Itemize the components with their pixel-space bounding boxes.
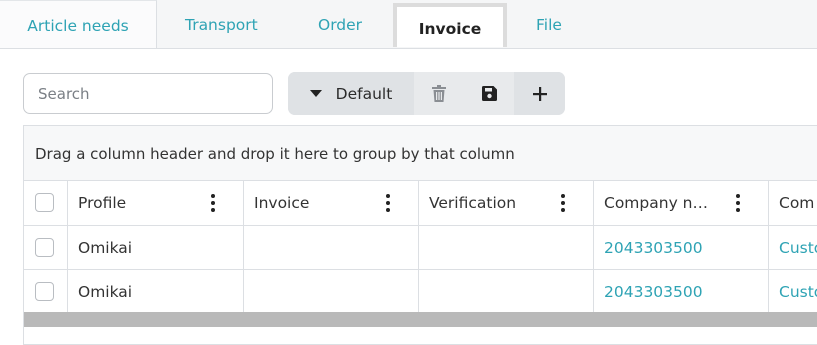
column-header-verification[interactable]: Verification [419,181,594,225]
table-row[interactable]: Omikai 2043303500 Custo [24,226,817,270]
cell-profile: Omikai [78,283,133,301]
tab-article-needs[interactable]: Article needs [0,0,157,48]
company-number-link[interactable]: 2043303500 [604,270,703,314]
column-menu-icon[interactable] [211,194,215,212]
group-panel[interactable]: Drag a column header and drop it here to… [24,126,817,181]
trash-icon [432,85,446,102]
horizontal-scrollbar[interactable] [24,312,817,327]
column-label: Profile [78,194,127,212]
search-input[interactable] [23,73,273,114]
column-menu-icon[interactable] [736,194,740,212]
column-label: Company n… [604,194,708,212]
row-checkbox[interactable] [35,238,54,257]
company-link[interactable]: Custo [779,226,817,270]
save-layout-button[interactable] [464,72,514,115]
table-row[interactable]: Omikai 2043303500 Custo [24,270,817,314]
column-header-invoice[interactable]: Invoice [244,181,419,225]
column-menu-icon[interactable] [386,194,390,212]
column-menu-icon[interactable] [561,194,565,212]
column-header-profile[interactable]: Profile [68,181,244,225]
delete-layout-button[interactable] [414,72,464,115]
tab-bar: Article needs Transport Order Invoice Fi… [0,0,817,49]
column-label: Invoice [254,194,310,212]
tab-invoice[interactable]: Invoice [393,3,507,47]
company-link[interactable]: Custo [779,270,817,314]
grid-header-row: Profile Invoice Verification Company n… … [24,181,817,226]
tab-transport[interactable]: Transport [185,0,258,48]
row-checkbox[interactable] [35,282,54,301]
tab-order[interactable]: Order [318,0,362,48]
caret-down-icon [309,90,322,97]
column-label: Com [779,194,815,212]
layout-label: Default [335,84,393,103]
column-header-company[interactable]: Com [769,181,817,225]
save-icon [481,86,497,101]
column-header-company-number[interactable]: Company n… [594,181,769,225]
company-number-link[interactable]: 2043303500 [604,226,703,270]
select-all-checkbox[interactable] [35,193,54,212]
cell-profile: Omikai [78,239,133,257]
layout-dropdown-button[interactable]: Default [288,72,414,115]
layout-toolbar: Default [288,72,565,115]
plus-icon [532,86,547,101]
column-label: Verification [429,194,517,212]
tab-file[interactable]: File [536,0,562,48]
add-layout-button[interactable] [514,72,565,115]
data-grid: Drag a column header and drop it here to… [23,125,817,345]
